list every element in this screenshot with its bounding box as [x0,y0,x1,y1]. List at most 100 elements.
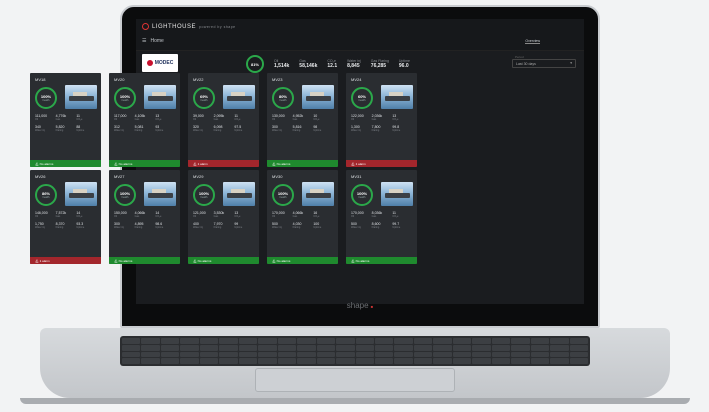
period-select[interactable]: Period Last 30 days ▾ [512,55,576,68]
keyboard-key [258,344,277,351]
keyboard-key [374,358,394,364]
bell-icon: 🔔︎ [35,162,39,166]
bell-icon: 🔔︎ [351,259,355,263]
asset-metric: 500 Water inj [351,222,361,229]
bell-icon: 🔔︎ [272,162,276,166]
asset-metric: 13 CO₂e [234,211,241,218]
alarm-status-bar[interactable]: 🔔︎ No alarms [267,257,338,264]
keyboard-key [394,351,413,358]
asset-name: MV29 [193,174,204,179]
asset-metric: 4,030 Flaring [292,222,302,229]
asset-health-ring: 86% health [35,184,57,206]
asset-metric: 146,000 Oil [35,211,48,218]
vessel-image [302,182,334,206]
alarm-status-bar[interactable]: 🔔︎ 1 alarm [30,257,101,264]
keyboard-key [219,344,238,351]
asset-metrics: 150,000 Oil 4,066k Gas 14 CO₂e 300 Water inj 4,8… [114,211,176,229]
asset-card[interactable]: MV31 100% health 170,000 Oil 8,036k Gas 11 CO₂… [346,170,417,264]
keyboard-key [374,338,394,344]
asset-metric: 98 Uptime [313,125,322,132]
asset-metric: 88 Uptime [76,125,85,132]
top-bar: LIGHTHOUSE powered by shape ☰ Home Overv… [136,19,584,51]
asset-metric: 97.5 Uptime [234,125,243,132]
asset-metrics: 122,000 Oil 2,036k Gas 13 CO₂e 1,300 Water inj 7… [351,114,413,132]
keyboard-key [491,351,511,358]
trackpad [255,368,455,392]
bezel-brand: shape ■ [346,301,374,310]
alarm-status-bar[interactable]: 🔔︎ 1 alarm [188,160,259,167]
keyboard-key [199,351,219,358]
keyboard-key [258,351,277,358]
asset-name: MV24 [351,77,362,82]
keyboard-key [530,344,550,351]
alarm-status-bar[interactable]: 🔔︎ No alarms [346,257,417,264]
asset-metric: 1,750 Water inj [35,222,45,229]
asset-health-ring: 69% health [193,87,215,109]
keyboard-key [316,344,336,351]
keyboard-key [374,344,394,351]
keyboard-key [394,344,413,351]
tab-overview[interactable]: Overview [525,39,540,44]
keyboard-key [160,344,180,351]
period-label: Period [515,55,524,59]
company-logo-text: MODEC [154,60,174,66]
asset-metric: 7,800 Flaring [371,125,381,132]
asset-card[interactable]: MV27 100% health 150,000 Oil 4,066k Gas 14 CO₂… [109,170,180,264]
asset-metric: 122,000 Oil [351,114,364,121]
alarm-status-bar[interactable]: 🔔︎ No alarms [267,160,338,167]
asset-metric: 340 Water inj [35,125,45,132]
keyboard-key [336,338,355,344]
keyboard-key [530,338,550,344]
keyboard-key [550,358,569,364]
alarm-status-bar[interactable]: 🔔︎ No alarms [109,160,180,167]
view-tabs: Overview [525,39,576,44]
asset-metric: 4,952k Gas [292,114,304,121]
asset-card[interactable]: MV23 80% health 130,000 Oil 4,952k Gas 10 CO₂e… [267,73,338,167]
asset-name: MV22 [193,77,204,82]
keyboard-key [180,338,199,344]
asset-card[interactable]: MV18 100% health 111,000 Oil 4,776k Gas 11 CO₂… [30,73,101,167]
asset-metrics: 170,000 Oil 4,066k Gas 16 CO₂e 500 Water inj 4,0… [272,211,334,229]
laptop-foot [20,398,690,404]
asset-metrics: 130,000 Oil 4,952k Gas 10 CO₂e 300 Water inj 5,8… [272,114,334,132]
keyboard-key [277,344,297,351]
keyboard-key [277,338,297,344]
asset-metric: 300 Water inj [114,222,124,229]
vessel-image [144,85,176,109]
asset-card[interactable]: MV24 60% health 122,000 Oil 2,036k Gas 13 CO₂e… [346,73,417,167]
asset-metric: 320 Water inj [193,125,203,132]
keyboard-key [452,351,472,358]
asset-name: MV31 [351,174,362,179]
app-logo[interactable]: LIGHTHOUSE powered by shape [142,23,236,30]
asset-card[interactable]: MV29 100% health 121,000 Oil 3,530k Gas 13 CO₂… [188,170,259,264]
alarm-status-bar[interactable]: 🔔︎ No alarms [109,257,180,264]
keyboard-key [452,344,472,351]
alarm-status-bar[interactable]: 🔔︎ No alarms [30,160,101,167]
asset-card[interactable]: MV26 86% health 146,000 Oil 7,572k Gas 14 CO₂e… [30,170,101,264]
asset-name: MV18 [35,77,46,82]
asset-metric: 7,970 Flaring [213,222,223,229]
alarm-status-bar[interactable]: 🔔︎ No alarms [188,257,259,264]
asset-metric: 5,816 Flaring [292,125,302,132]
asset-metric: 117,000 Oil [114,114,127,121]
keyboard-key [219,358,238,364]
asset-metric: 4,776k Gas [55,114,67,121]
nav-home[interactable]: ☰ Home [142,38,164,44]
keyboard-key [511,358,530,364]
keyboard-key [122,358,141,364]
menu-icon[interactable]: ☰ [142,38,146,44]
keyboard-key [297,351,316,358]
asset-metric: 13 CO₂e [155,114,162,121]
asset-card[interactable]: MV20 100% health 117,000 Oil 4,105k Gas 13 CO₂… [109,73,180,167]
asset-card[interactable]: MV30 100% health 170,000 Oil 4,066k Gas 16 CO₂… [267,170,338,264]
keyboard-key [491,358,511,364]
alarm-status-bar[interactable]: 🔔︎ 1 alarm [346,160,417,167]
asset-metric: 150,000 Oil [114,211,127,218]
asset-health-ring: 100% health [272,184,294,206]
asset-health-ring: 100% health [35,87,57,109]
asset-card[interactable]: MV22 69% health 39,000 Oil 2,095k Gas 11 CO₂e 3… [188,73,259,167]
keyboard-key [277,358,297,364]
keyboard-key [433,351,452,358]
asset-metric: 170,000 Oil [351,211,364,218]
keyboard-key [355,344,374,351]
